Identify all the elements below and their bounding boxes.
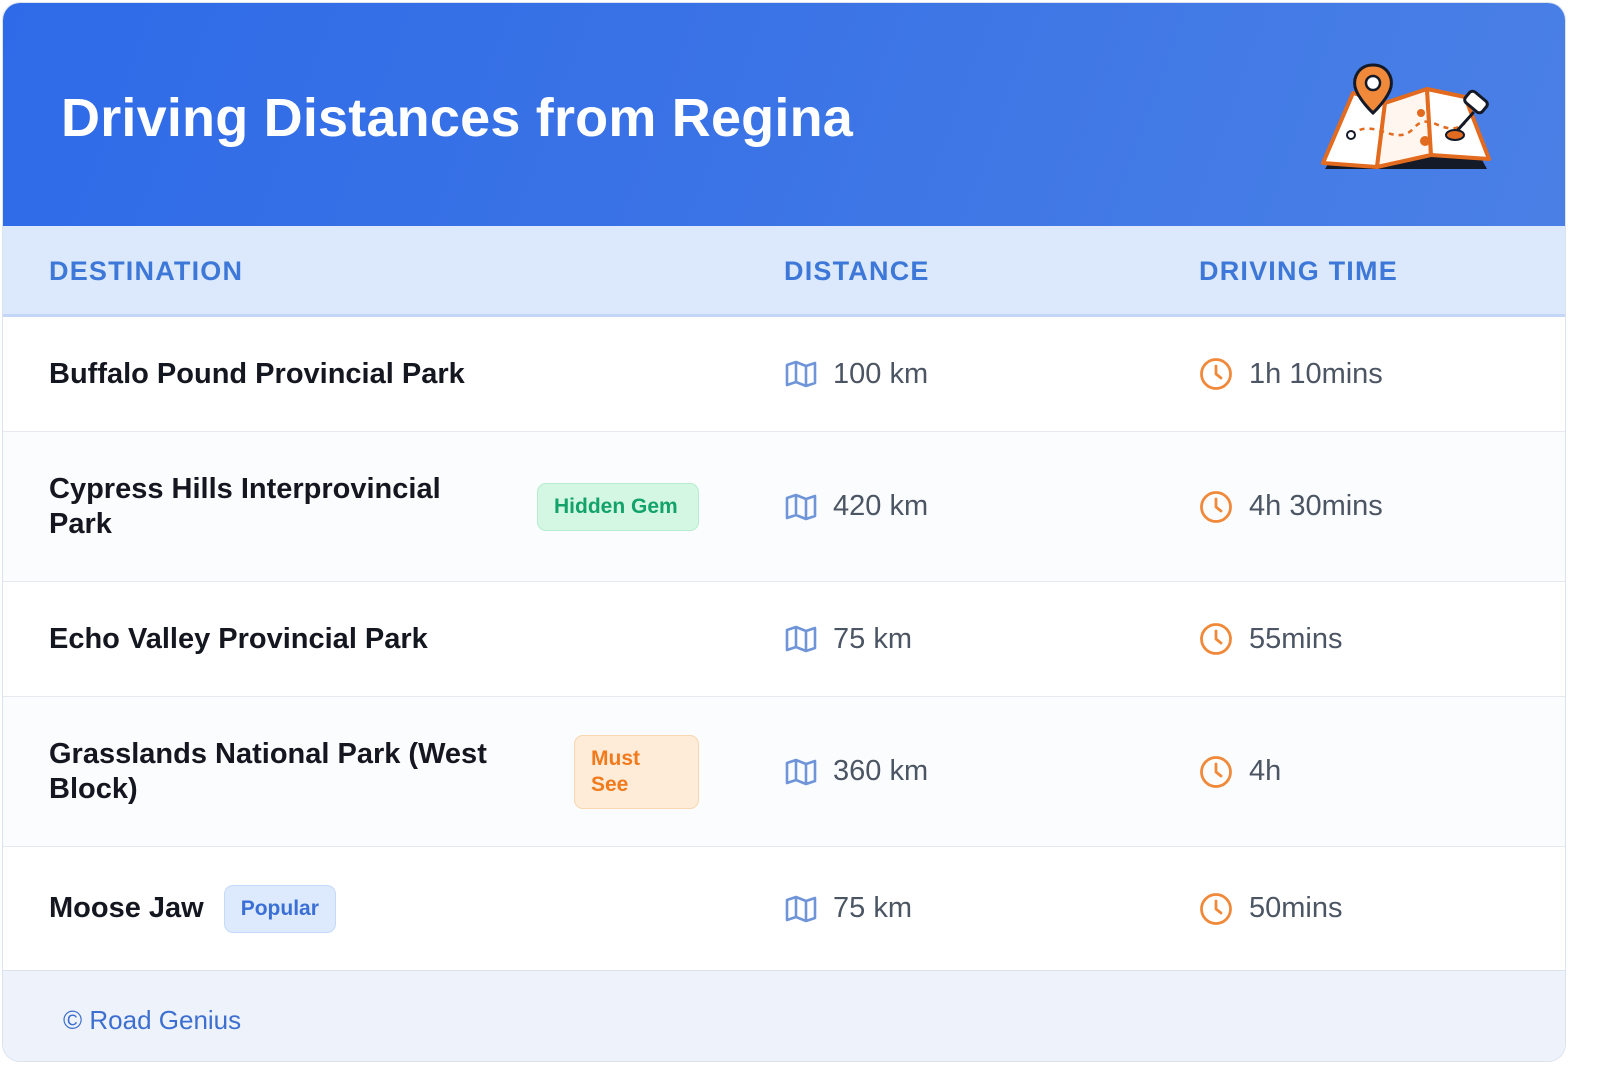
clock-icon <box>1200 490 1232 523</box>
distance-cell: 75 km <box>785 847 912 970</box>
page-title: Driving Distances from Regina <box>61 88 853 148</box>
must-see-badge: Must See <box>574 734 699 809</box>
distance-cell: 420 km <box>785 432 928 581</box>
folded-map-with-pin-icon <box>1321 63 1491 169</box>
driving-time-value: 4h <box>1249 755 1282 787</box>
popular-badge: Popular <box>223 884 336 933</box>
clock-icon <box>1200 358 1232 390</box>
clock-icon <box>1200 623 1232 655</box>
driving-time-value: 4h 30mins <box>1249 490 1383 522</box>
card-footer: © Road Genius <box>3 970 1565 1061</box>
driving-time-cell: 4h 30mins <box>1199 432 1383 581</box>
map-icon <box>785 895 817 922</box>
map-icon <box>785 758 817 785</box>
column-header-destination: DESTINATION <box>49 256 244 286</box>
map-icon <box>785 625 817 653</box>
table-row: Grasslands National Park (West Block) Mu… <box>3 697 1565 847</box>
driving-time-value: 50mins <box>1249 892 1343 924</box>
clock-icon <box>1200 755 1232 788</box>
driving-time-cell: 4h <box>1199 697 1281 846</box>
distance-cell: 75 km <box>785 582 912 696</box>
distance-value: 75 km <box>833 622 912 655</box>
hidden-gem-badge: Hidden Gem <box>537 482 699 531</box>
destination-name: Echo Valley Provincial Park <box>49 622 428 655</box>
driving-time-value: 1h 10mins <box>1249 357 1383 390</box>
table-row: Echo Valley Provincial Park 75 km 55mins <box>3 582 1565 697</box>
card-header: Driving Distances from Regina <box>3 3 1565 226</box>
map-icon <box>785 493 817 520</box>
map-icon <box>785 360 817 388</box>
destination-cell: Grasslands National Park (West Block) Mu… <box>49 697 699 846</box>
driving-time-value: 55mins <box>1249 622 1343 655</box>
distance-value: 360 km <box>833 755 929 787</box>
table-header: DESTINATION DISTANCE DRIVING TIME <box>3 226 1565 317</box>
table-row: Buffalo Pound Provincial Park 100 km 1h … <box>3 317 1565 432</box>
distance-cell: 360 km <box>785 697 928 846</box>
destination-cell: Echo Valley Provincial Park <box>49 582 699 696</box>
table-row: Moose Jaw Popular 75 km 50mins <box>3 847 1565 970</box>
destination-name: Buffalo Pound Provincial Park <box>49 357 465 390</box>
destination-name: Cypress Hills Interprovincial Park <box>49 472 441 540</box>
destination-cell: Cypress Hills Interprovincial Park Hidde… <box>49 432 699 581</box>
distance-cell: 100 km <box>785 317 928 431</box>
table-row: Cypress Hills Interprovincial Park Hidde… <box>3 432 1565 582</box>
driving-time-cell: 1h 10mins <box>1199 317 1383 431</box>
clock-icon <box>1200 892 1232 925</box>
column-header-distance: DISTANCE <box>784 256 930 286</box>
destination-cell: Buffalo Pound Provincial Park <box>49 317 699 431</box>
distance-value: 100 km <box>833 357 929 390</box>
column-header-driving-time: DRIVING TIME <box>1199 256 1398 286</box>
distance-value: 75 km <box>833 892 912 924</box>
distance-value: 420 km <box>833 490 929 522</box>
destination-name: Grasslands National Park (West Block) <box>49 737 487 805</box>
driving-time-cell: 55mins <box>1199 582 1343 696</box>
footer-credit: © Road Genius <box>63 1005 242 1035</box>
distance-card: Driving Distances from Regina DESTINATIO… <box>2 2 1566 1062</box>
destination-name: Moose Jaw <box>49 892 204 924</box>
destination-cell: Moose Jaw Popular <box>49 847 699 970</box>
driving-time-cell: 50mins <box>1199 847 1343 970</box>
